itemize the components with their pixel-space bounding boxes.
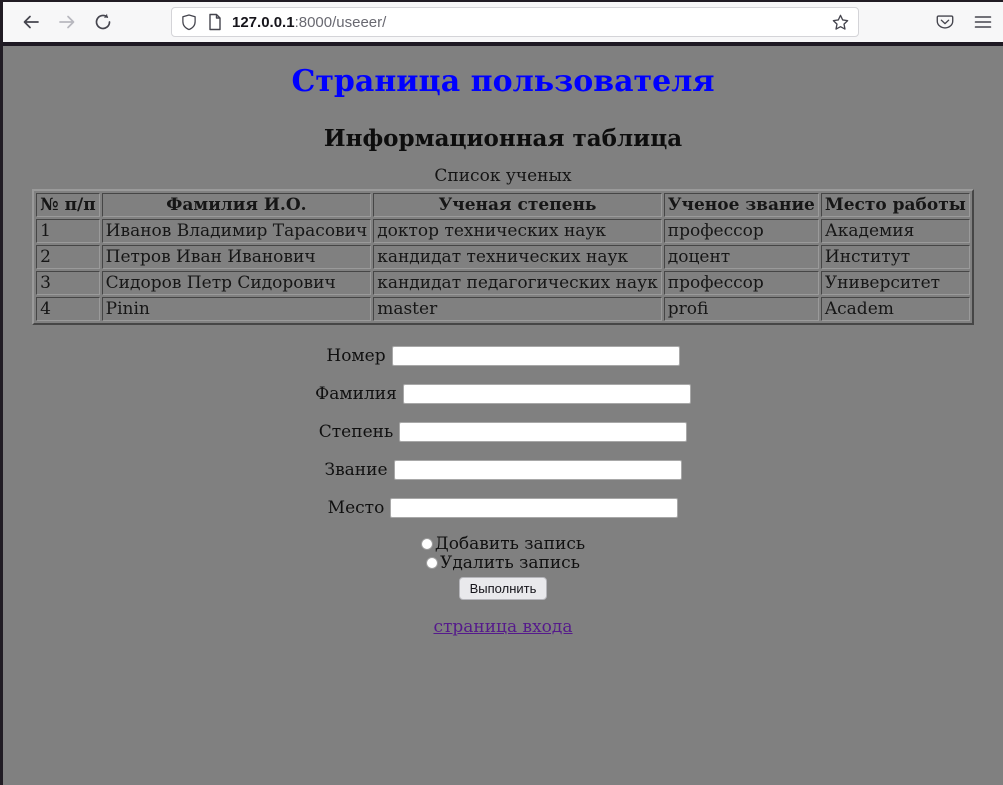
cell-number: 2 xyxy=(36,245,100,269)
surname-label: Фамилия xyxy=(315,384,397,404)
table-header-row: № п/п Фамилия И.О. Ученая степень Ученое… xyxy=(36,193,970,217)
cell-workplace: Институт xyxy=(821,245,970,269)
column-header-surname: Фамилия И.О. xyxy=(102,193,372,217)
cell-degree: кандидат педагогических наук xyxy=(373,271,662,295)
form-row-number: Номер xyxy=(3,345,1003,367)
workplace-label: Место xyxy=(328,498,385,518)
forward-button[interactable] xyxy=(51,6,83,38)
table-caption: Список ученых xyxy=(3,166,1003,186)
column-header-number: № п/п xyxy=(36,193,100,217)
rank-input[interactable] xyxy=(394,460,682,480)
page-title: Страница пользователя xyxy=(3,64,1003,99)
cell-rank: profi xyxy=(664,297,819,321)
url-bar[interactable]: 127.0.0.1:8000/useeer/ xyxy=(171,7,859,37)
reload-button[interactable] xyxy=(87,6,119,38)
table-row: 2 Петров Иван Иванович кандидат техничес… xyxy=(36,245,970,269)
login-page-link[interactable]: страница входа xyxy=(433,617,572,637)
radio-add-record[interactable]: Добавить запись xyxy=(3,535,1003,554)
number-input[interactable] xyxy=(392,346,680,366)
cell-number: 3 xyxy=(36,271,100,295)
cell-rank: профессор xyxy=(664,271,819,295)
pocket-icon[interactable] xyxy=(935,12,955,32)
scientists-table: № п/п Фамилия И.О. Ученая степень Ученое… xyxy=(32,189,974,325)
page-info-icon[interactable] xyxy=(207,13,223,31)
cell-surname: Pinin xyxy=(102,297,372,321)
cell-rank: профессор xyxy=(664,219,819,243)
radio-delete-label: Удалить запись xyxy=(440,553,580,573)
browser-toolbar: 127.0.0.1:8000/useeer/ xyxy=(3,2,1003,42)
cell-rank: доцент xyxy=(664,245,819,269)
cell-workplace: Academ xyxy=(821,297,970,321)
record-form: Номер Фамилия Степень Звание Место Добав… xyxy=(3,345,1003,600)
form-row-degree: Степень xyxy=(3,421,1003,443)
cell-workplace: Академия xyxy=(821,219,970,243)
page-subtitle: Информационная таблица xyxy=(3,125,1003,152)
radio-delete-record[interactable]: Удалить запись xyxy=(3,554,1003,573)
reload-icon xyxy=(93,12,113,32)
table-row: 4 Pinin master profi Academ xyxy=(36,297,970,321)
radio-add-icon[interactable] xyxy=(421,538,433,550)
cell-number: 4 xyxy=(36,297,100,321)
radio-delete-icon[interactable] xyxy=(426,557,438,569)
degree-input[interactable] xyxy=(399,422,687,442)
cell-workplace: Университет xyxy=(821,271,970,295)
action-radio-group: Добавить запись Удалить запись xyxy=(3,535,1003,573)
execute-button[interactable]: Выполнить xyxy=(459,577,548,600)
page-content: Страница пользователя Информационная таб… xyxy=(3,46,1003,783)
cell-degree: master xyxy=(373,297,662,321)
table-row: 1 Иванов Владимир Тарасович доктор техни… xyxy=(36,219,970,243)
bookmark-star-icon[interactable] xyxy=(831,13,850,32)
url-path: :8000/useeer/ xyxy=(295,14,387,31)
url-text: 127.0.0.1:8000/useeer/ xyxy=(232,14,823,31)
surname-input[interactable] xyxy=(403,384,691,404)
form-row-workplace: Место xyxy=(3,497,1003,519)
column-header-rank: Ученое звание xyxy=(664,193,819,217)
url-host: 127.0.0.1 xyxy=(232,14,295,31)
form-row-rank: Звание xyxy=(3,459,1003,481)
cell-surname: Иванов Владимир Тарасович xyxy=(102,219,372,243)
back-button[interactable] xyxy=(15,6,47,38)
cell-degree: кандидат технических наук xyxy=(373,245,662,269)
radio-add-label: Добавить запись xyxy=(435,534,585,554)
browser-window: 127.0.0.1:8000/useeer/ Стра xyxy=(0,0,1003,785)
workplace-input[interactable] xyxy=(390,498,678,518)
shield-icon[interactable] xyxy=(180,13,198,31)
form-row-surname: Фамилия xyxy=(3,383,1003,405)
cell-number: 1 xyxy=(36,219,100,243)
rank-label: Звание xyxy=(324,460,387,480)
cell-surname: Петров Иван Иванович xyxy=(102,245,372,269)
column-header-degree: Ученая степень xyxy=(373,193,662,217)
degree-label: Степень xyxy=(319,422,393,442)
back-arrow-icon xyxy=(21,12,41,32)
table-row: 3 Сидоров Петр Сидорович кандидат педаго… xyxy=(36,271,970,295)
number-label: Номер xyxy=(326,346,385,366)
forward-arrow-icon xyxy=(57,12,77,32)
menu-hamburger-icon[interactable] xyxy=(973,12,993,32)
cell-surname: Сидоров Петр Сидорович xyxy=(102,271,372,295)
column-header-workplace: Место работы xyxy=(821,193,970,217)
cell-degree: доктор технических наук xyxy=(373,219,662,243)
